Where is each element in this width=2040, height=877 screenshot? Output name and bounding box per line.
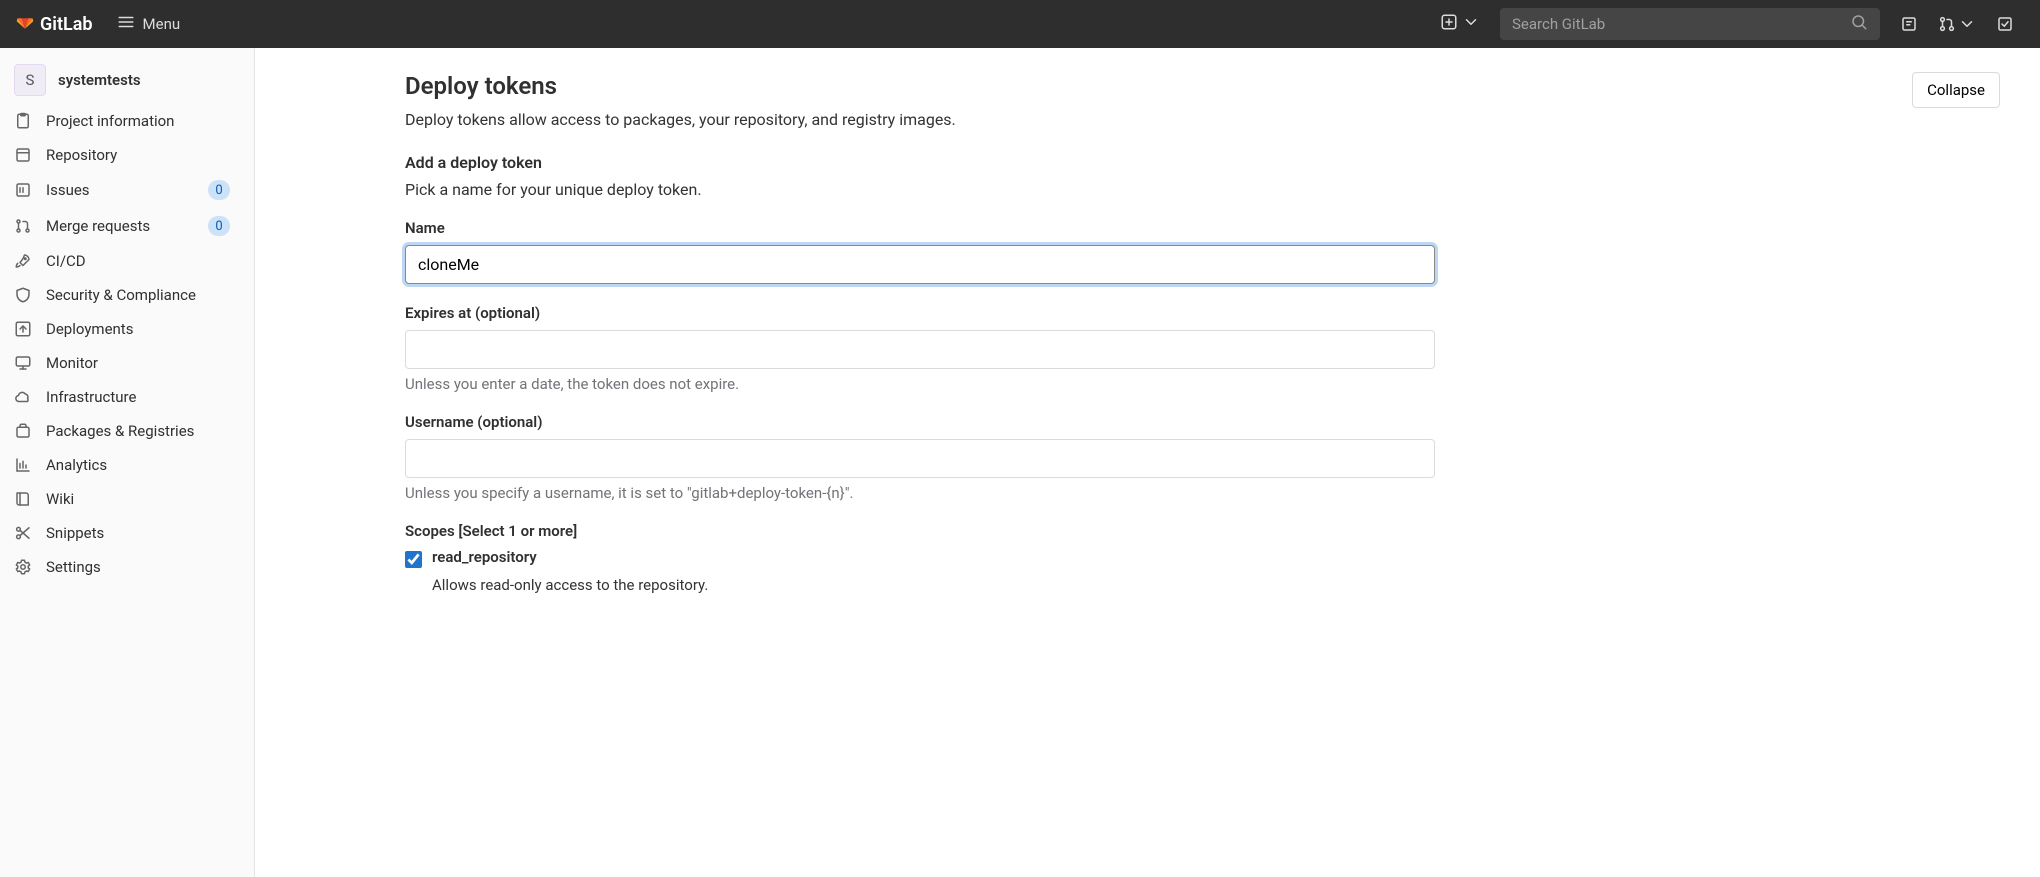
plus-icon bbox=[1440, 13, 1458, 35]
search-icon bbox=[1850, 13, 1868, 35]
sidebar-item-label: Wiki bbox=[46, 490, 240, 508]
package-icon bbox=[14, 422, 32, 440]
sidebar-item-issues[interactable]: Issues 0 bbox=[0, 172, 254, 208]
gitlab-icon bbox=[16, 13, 34, 35]
expires-help: Unless you enter a date, the token does … bbox=[405, 375, 2000, 393]
sidebar-item-label: CI/CD bbox=[46, 252, 240, 270]
chevron-down-icon bbox=[1462, 13, 1480, 35]
mr-count-badge: 0 bbox=[208, 216, 230, 236]
project-name: systemtests bbox=[58, 71, 141, 89]
main-content: Deploy tokens Deploy tokens allow access… bbox=[255, 48, 2040, 877]
scope-read-repository-checkbox[interactable] bbox=[405, 551, 422, 568]
add-token-heading: Add a deploy token bbox=[405, 153, 2000, 172]
sidebar-item-packages[interactable]: Packages & Registries bbox=[0, 414, 254, 448]
scissors-icon bbox=[14, 524, 32, 542]
hamburger-icon bbox=[117, 13, 135, 35]
issues-icon bbox=[14, 181, 32, 199]
project-avatar: S bbox=[14, 64, 46, 96]
page-description: Deploy tokens allow access to packages, … bbox=[405, 110, 956, 129]
issues-shortcut-icon[interactable] bbox=[1900, 15, 1918, 33]
sidebar-item-analytics[interactable]: Analytics bbox=[0, 448, 254, 482]
rocket-icon bbox=[14, 252, 32, 270]
sidebar-item-snippets[interactable]: Snippets bbox=[0, 516, 254, 550]
sidebar-item-merge-requests[interactable]: Merge requests 0 bbox=[0, 208, 254, 244]
username-help: Unless you specify a username, it is set… bbox=[405, 484, 2000, 502]
sidebar-item-label: Packages & Registries bbox=[46, 422, 240, 440]
scope-read-repository-label: read_repository bbox=[432, 548, 537, 566]
brand-logo[interactable]: GitLab bbox=[16, 13, 93, 35]
shield-icon bbox=[14, 286, 32, 304]
merge-request-icon bbox=[14, 217, 32, 235]
scopes-label: Scopes [Select 1 or more] bbox=[405, 522, 2000, 540]
project-info-icon bbox=[14, 112, 32, 130]
sidebar-item-label: Deployments bbox=[46, 320, 240, 338]
sidebar-item-label: Repository bbox=[46, 146, 240, 164]
top-header: GitLab Menu bbox=[0, 0, 2040, 48]
username-label: Username (optional) bbox=[405, 413, 2000, 431]
name-label: Name bbox=[405, 219, 2000, 237]
sidebar-item-deployments[interactable]: Deployments bbox=[0, 312, 254, 346]
sidebar-item-label: Project information bbox=[46, 112, 240, 130]
expires-label: Expires at (optional) bbox=[405, 304, 2000, 322]
add-token-subtext: Pick a name for your unique deploy token… bbox=[405, 180, 2000, 199]
expires-input[interactable] bbox=[405, 330, 1435, 369]
merge-requests-shortcut[interactable] bbox=[1938, 15, 1976, 33]
sidebar-item-label: Snippets bbox=[46, 524, 240, 542]
menu-label: Menu bbox=[143, 15, 181, 33]
sidebar-item-label: Monitor bbox=[46, 354, 240, 372]
sidebar-item-label: Security & Compliance bbox=[46, 286, 240, 304]
deployments-icon bbox=[14, 320, 32, 338]
issues-count-badge: 0 bbox=[208, 180, 230, 200]
analytics-icon bbox=[14, 456, 32, 474]
sidebar-item-cicd[interactable]: CI/CD bbox=[0, 244, 254, 278]
brand-text: GitLab bbox=[40, 14, 93, 35]
monitor-icon bbox=[14, 354, 32, 372]
search-box[interactable] bbox=[1500, 8, 1880, 40]
gear-icon bbox=[14, 558, 32, 576]
sidebar-item-label: Merge requests bbox=[46, 217, 194, 235]
sidebar-item-security[interactable]: Security & Compliance bbox=[0, 278, 254, 312]
sidebar-item-settings[interactable]: Settings bbox=[0, 550, 254, 584]
collapse-button[interactable]: Collapse bbox=[1912, 72, 2000, 108]
sidebar: S systemtests Project information Reposi… bbox=[0, 48, 255, 877]
project-header[interactable]: S systemtests bbox=[0, 56, 254, 104]
menu-button[interactable]: Menu bbox=[117, 13, 181, 35]
new-dropdown[interactable] bbox=[1440, 13, 1480, 35]
name-input[interactable] bbox=[405, 245, 1435, 284]
cloud-icon bbox=[14, 388, 32, 406]
sidebar-item-label: Settings bbox=[46, 558, 240, 576]
sidebar-item-repository[interactable]: Repository bbox=[0, 138, 254, 172]
search-input[interactable] bbox=[1512, 15, 1850, 33]
page-title: Deploy tokens bbox=[405, 72, 956, 100]
scope-read-repository-row: read_repository bbox=[405, 548, 2000, 568]
scope-read-repository-desc: Allows read-only access to the repositor… bbox=[432, 576, 2000, 594]
todos-icon[interactable] bbox=[1996, 15, 2014, 33]
sidebar-item-infrastructure[interactable]: Infrastructure bbox=[0, 380, 254, 414]
sidebar-item-project-information[interactable]: Project information bbox=[0, 104, 254, 138]
sidebar-item-label: Infrastructure bbox=[46, 388, 240, 406]
sidebar-item-monitor[interactable]: Monitor bbox=[0, 346, 254, 380]
sidebar-item-label: Analytics bbox=[46, 456, 240, 474]
sidebar-item-wiki[interactable]: Wiki bbox=[0, 482, 254, 516]
repository-icon bbox=[14, 146, 32, 164]
username-input[interactable] bbox=[405, 439, 1435, 478]
book-icon bbox=[14, 490, 32, 508]
sidebar-item-label: Issues bbox=[46, 181, 194, 199]
